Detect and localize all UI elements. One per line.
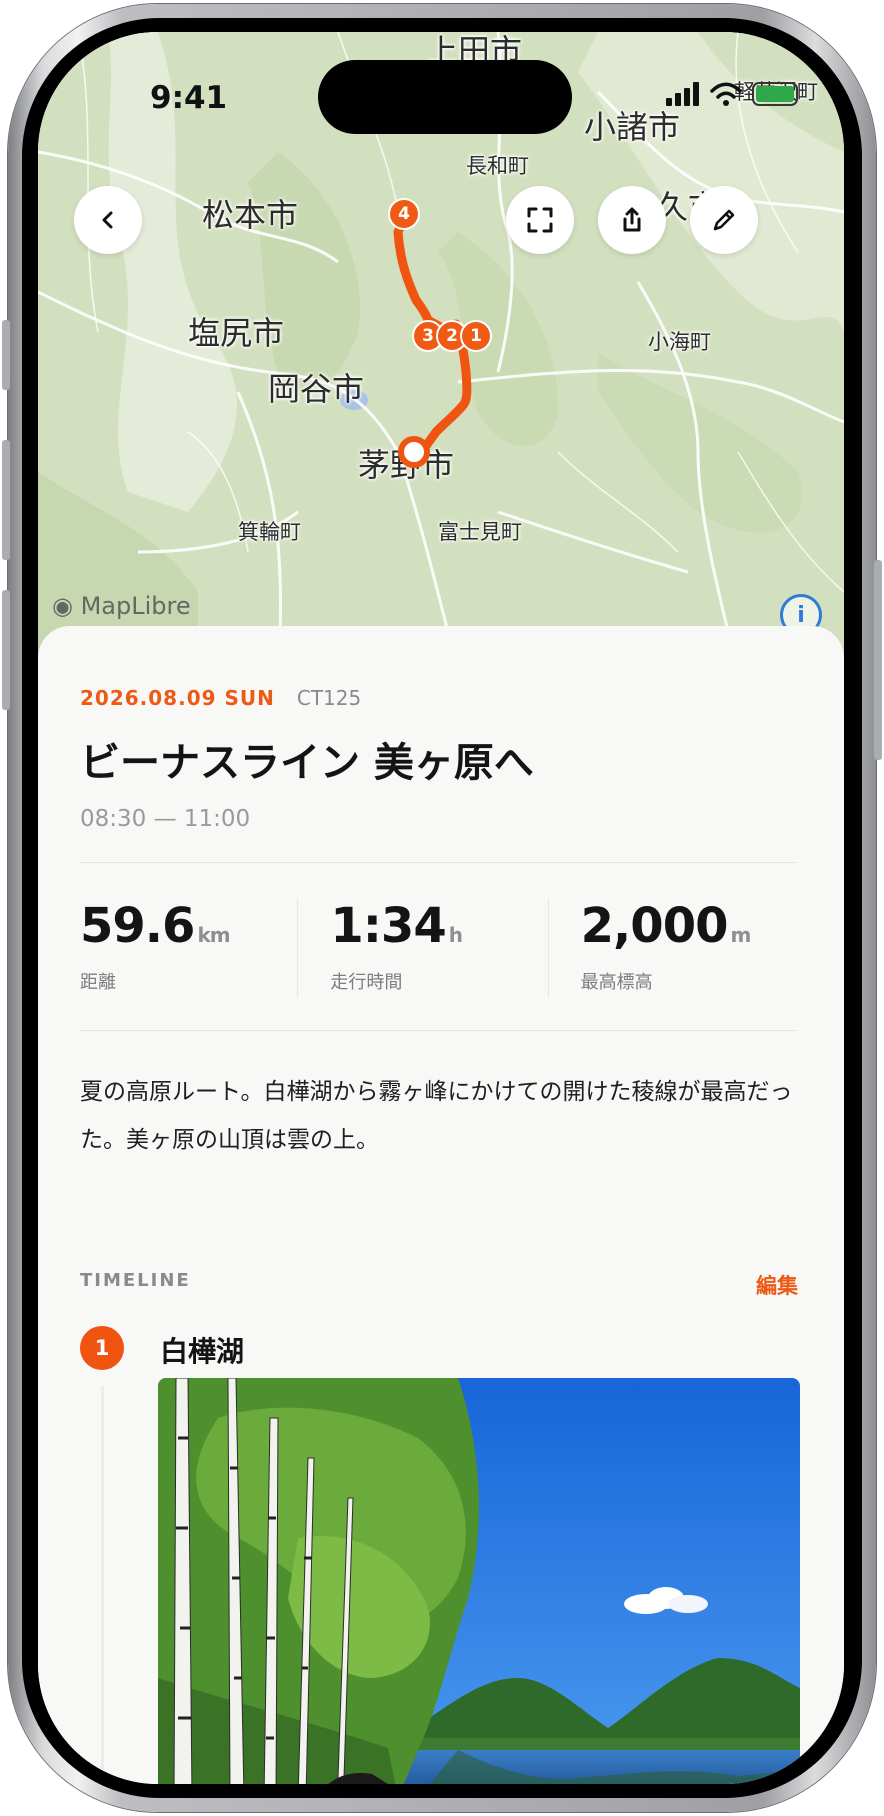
power-button <box>874 560 882 760</box>
battery-icon <box>752 82 798 106</box>
ride-detail-sheet: 2026.08.09 SUN CT125 ビーナスライン 美ヶ原へ 08:30 … <box>38 626 844 1784</box>
ride-meta: 2026.08.09 SUN CT125 <box>80 686 361 710</box>
divider <box>80 862 798 863</box>
stat-distance-label: 距離 <box>80 972 116 993</box>
fullscreen-icon <box>527 207 553 233</box>
waypoint-marker-1[interactable]: 1 <box>460 320 492 352</box>
timeline-item-title[interactable]: 白樺湖 <box>160 1330 244 1370</box>
map-label-minowa: 箕輪町 <box>238 520 301 544</box>
stat-duration-label: 走行時間 <box>330 972 403 993</box>
stat-duration: 1:34 h 走行時間 <box>297 898 547 998</box>
waypoint-marker-4[interactable]: 4 <box>388 198 420 230</box>
lake-photo <box>158 1378 800 1784</box>
ride-time-range: 08:30 — 11:00 <box>80 806 251 832</box>
back-button[interactable] <box>74 186 142 254</box>
volume-up-button <box>2 440 10 560</box>
stat-duration-value: 1:34 <box>330 898 446 954</box>
divider <box>80 1030 798 1031</box>
stat-altitude-value: 2,000 <box>580 898 729 954</box>
edit-icon <box>713 209 735 231</box>
action-button <box>2 320 10 390</box>
map-label-nagawa: 長和町 <box>466 154 529 178</box>
map-label-shiojiri: 塩尻市 <box>188 314 285 352</box>
map-label-koumi: 小海町 <box>648 330 711 354</box>
ride-title: ビーナスライン 美ヶ原へ <box>80 740 534 786</box>
map-label-matsumoto: 松本市 <box>202 196 299 234</box>
stat-distance-value: 59.6 <box>80 898 195 954</box>
stat-altitude-label: 最高標高 <box>580 972 653 993</box>
stat-duration-unit: h <box>448 923 463 947</box>
ride-bike: CT125 <box>296 686 362 710</box>
volume-down-button <box>2 590 10 710</box>
maplibre-logo-icon: ◉ <box>52 592 73 620</box>
ride-stats: 59.6 km 距離 1:34 h 走行時間 2,000 m 最高標高 <box>80 898 798 998</box>
wifi-icon <box>710 82 742 106</box>
stat-altitude-unit: m <box>730 923 751 947</box>
status-time: 9:41 <box>150 80 228 116</box>
timeline-label: TIMELINE <box>80 1270 191 1291</box>
ride-date: 2026.08.09 SUN <box>80 686 275 710</box>
timeline-marker: 1 <box>80 1326 124 1370</box>
stat-altitude: 2,000 m 最高標高 <box>547 898 798 998</box>
map-attribution: ◉ MapLibre <box>52 592 191 620</box>
timeline-photo[interactable] <box>158 1378 800 1784</box>
edit-button[interactable] <box>690 186 758 254</box>
cellular-signal-icon <box>666 82 699 106</box>
timeline-header: TIMELINE 編集 <box>80 1270 798 1300</box>
dynamic-island <box>318 60 572 134</box>
map-label-fujimi: 富士見町 <box>438 520 522 544</box>
map-label-komoro: 小諸市 <box>584 108 681 146</box>
stat-distance-unit: km <box>197 923 230 947</box>
fullscreen-button[interactable] <box>506 186 574 254</box>
timeline-edit-button[interactable]: 編集 <box>756 1270 798 1300</box>
ride-note: 夏の高原ルート。白樺湖から霧ヶ峰にかけての開けた稜線が最高だった。美ヶ原の山頂は… <box>80 1079 793 1153</box>
map-label-okaya: 岡谷市 <box>268 370 365 408</box>
start-marker[interactable] <box>398 436 430 468</box>
stat-distance: 59.6 km 距離 <box>80 898 297 998</box>
back-icon <box>102 211 113 229</box>
timeline-connector <box>101 1386 104 1784</box>
share-icon <box>623 207 641 232</box>
share-button[interactable] <box>598 186 666 254</box>
screen: 上田市 小諸市 軽井沢町 長和町 佐久市 松本市 塩尻市 小海町 岡谷市 茅野市… <box>38 32 844 1784</box>
status-icons <box>666 82 798 106</box>
